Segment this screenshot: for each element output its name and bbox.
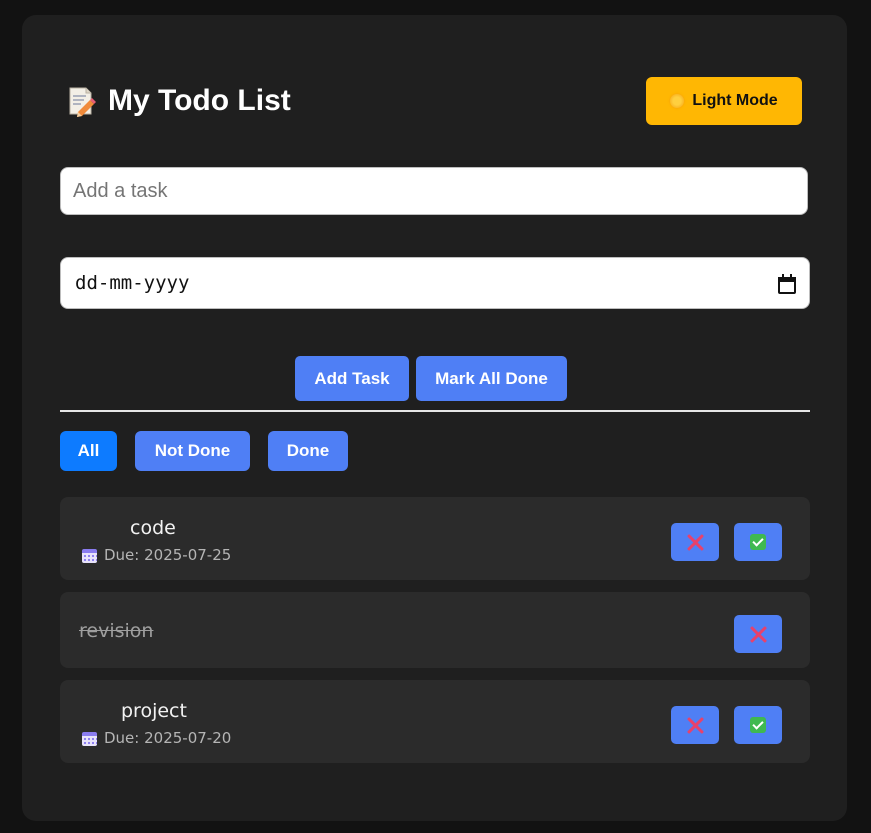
due-date-placeholder: dd-mm-yyyy	[75, 272, 190, 294]
light-mode-button[interactable]: Light Mode	[646, 77, 802, 125]
task-title-done: revision	[79, 620, 154, 642]
task-due-text: Due: 2025-07-20	[104, 729, 232, 747]
task-input[interactable]	[60, 167, 808, 215]
task-item: project Due: 2025-07-20	[60, 680, 810, 763]
calendar-icon	[82, 548, 97, 563]
task-title: project	[121, 700, 187, 722]
task-item: revision	[60, 592, 810, 668]
due-date-input[interactable]: dd-mm-yyyy	[60, 257, 810, 309]
cross-mark-icon	[749, 625, 767, 643]
check-box-icon	[750, 717, 766, 733]
task-due-text: Due: 2025-07-25	[104, 546, 232, 564]
page-title: My Todo List	[108, 84, 291, 117]
delete-task-button[interactable]	[671, 706, 719, 744]
delete-task-button[interactable]	[671, 523, 719, 561]
task-due-date: Due: 2025-07-25	[82, 546, 231, 564]
task-due-date: Due: 2025-07-20	[82, 729, 231, 747]
complete-task-button[interactable]	[734, 706, 782, 744]
app-header: My Todo List	[66, 81, 291, 121]
add-task-button[interactable]: Add Task	[295, 356, 409, 401]
memo-pencil-icon	[66, 85, 96, 117]
calendar-picker-icon[interactable]	[777, 274, 796, 294]
calendar-icon	[82, 731, 97, 746]
light-mode-label: Light Mode	[692, 92, 778, 109]
complete-task-button[interactable]	[734, 523, 782, 561]
filter-done-button[interactable]: Done	[268, 431, 348, 471]
sun-icon	[670, 94, 685, 108]
cross-mark-icon	[686, 716, 704, 734]
delete-task-button[interactable]	[734, 615, 782, 653]
divider	[60, 410, 810, 412]
check-box-icon	[750, 534, 766, 550]
cross-mark-icon	[686, 533, 704, 551]
todo-card: My Todo List Light Mode dd-mm-yyyy Add T…	[22, 15, 847, 821]
filter-not-done-button[interactable]: Not Done	[135, 431, 250, 471]
task-item: code Due: 2025-07-25	[60, 497, 810, 580]
mark-all-done-button[interactable]: Mark All Done	[416, 356, 567, 401]
filter-all-button[interactable]: All	[60, 431, 117, 471]
task-title: code	[130, 517, 176, 539]
